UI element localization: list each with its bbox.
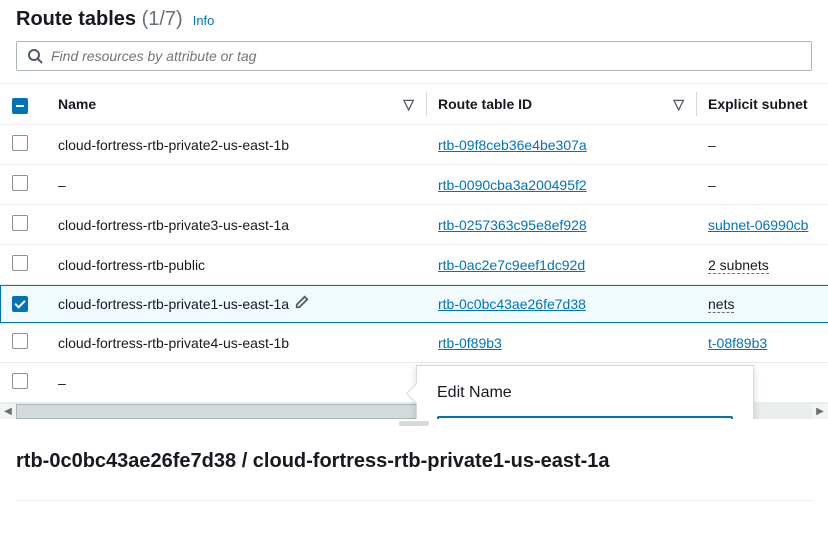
info-link[interactable]: Info	[193, 13, 215, 28]
route-table-id-link[interactable]: rtb-0c0bc43ae26fe7d38	[438, 296, 586, 312]
row-name: –	[58, 375, 66, 391]
edit-name-popover: Edit Name Cancel Save	[416, 365, 754, 419]
route-table-id-link[interactable]: rtb-0257363c95e8ef928	[438, 217, 587, 233]
route-tables-table: Name▽ Route table ID▽ Explicit subnet cl…	[0, 83, 828, 419]
selection-count: (1/7)	[142, 8, 183, 30]
column-header-explicit-subnet[interactable]: Explicit subnet	[696, 84, 828, 125]
row-checkbox[interactable]	[12, 255, 28, 271]
scroll-right-icon[interactable]: ▶	[812, 406, 828, 417]
select-all-checkbox[interactable]	[12, 98, 28, 114]
table-row[interactable]: cloud-fortress-rtb-private2-us-east-1b r…	[0, 125, 828, 165]
row-checkbox[interactable]	[12, 175, 28, 191]
column-header-name[interactable]: Name▽	[46, 84, 426, 125]
sort-icon: ▽	[403, 96, 414, 113]
page-header: Route tables (1/7) Info	[0, 0, 828, 41]
edit-name-input[interactable]	[437, 416, 733, 419]
subnet-value: –	[708, 177, 716, 193]
row-checkbox[interactable]	[12, 373, 28, 389]
sort-icon: ▽	[673, 96, 684, 113]
row-name: cloud-fortress-rtb-private1-us-east-1a	[58, 296, 289, 312]
row-name: cloud-fortress-rtb-public	[58, 257, 205, 273]
table-row[interactable]: – rtb-0090cba3a200495f2 –	[0, 165, 828, 205]
edit-icon[interactable]	[295, 296, 309, 312]
row-checkbox[interactable]	[12, 333, 28, 349]
detail-title: rtb-0c0bc43ae26fe7d38 / cloud-fortress-r…	[16, 450, 812, 473]
row-name: cloud-fortress-rtb-private3-us-east-1a	[58, 217, 289, 233]
table-row[interactable]: cloud-fortress-rtb-private3-us-east-1a r…	[0, 205, 828, 245]
search-icon	[27, 48, 43, 64]
detail-panel: rtb-0c0bc43ae26fe7d38 / cloud-fortress-r…	[0, 426, 828, 509]
route-table-id-link[interactable]: rtb-0090cba3a200495f2	[438, 177, 587, 193]
row-checkbox[interactable]	[12, 135, 28, 151]
row-name: –	[58, 177, 66, 193]
header-checkbox-cell	[0, 84, 46, 125]
detail-tabs	[16, 491, 812, 501]
scroll-left-icon[interactable]: ◀	[0, 406, 16, 417]
subnet-value: –	[708, 137, 716, 153]
column-header-route-table-id[interactable]: Route table ID▽	[426, 84, 696, 125]
subnet-value[interactable]: t-08f89b3	[708, 335, 767, 351]
title-text: Route tables	[16, 8, 136, 30]
table-row[interactable]: cloud-fortress-rtb-public rtb-0ac2e7c9ee…	[0, 245, 828, 285]
route-table-id-link[interactable]: rtb-0f89b3	[438, 335, 502, 351]
row-checkbox[interactable]	[12, 296, 28, 312]
row-name: cloud-fortress-rtb-private2-us-east-1b	[58, 137, 289, 153]
page-title: Route tables (1/7)	[16, 8, 183, 31]
search-input[interactable]	[51, 48, 801, 64]
table-row[interactable]: cloud-fortress-rtb-private4-us-east-1b r…	[0, 323, 828, 363]
row-name: cloud-fortress-rtb-private4-us-east-1b	[58, 335, 289, 351]
route-table-id-link[interactable]: rtb-0ac2e7c9eef1dc92d	[438, 257, 585, 273]
route-table-id-link[interactable]: rtb-09f8ceb36e4be307a	[438, 137, 587, 153]
subnet-value[interactable]: subnet-06990cb	[708, 217, 808, 233]
subnet-value[interactable]: 2 subnets	[708, 257, 769, 274]
popover-title: Edit Name	[437, 384, 733, 402]
row-checkbox[interactable]	[12, 215, 28, 231]
table-row[interactable]: cloud-fortress-rtb-private1-us-east-1a r…	[0, 285, 828, 323]
subnet-value[interactable]: nets	[708, 296, 734, 313]
search-field[interactable]	[16, 41, 812, 71]
